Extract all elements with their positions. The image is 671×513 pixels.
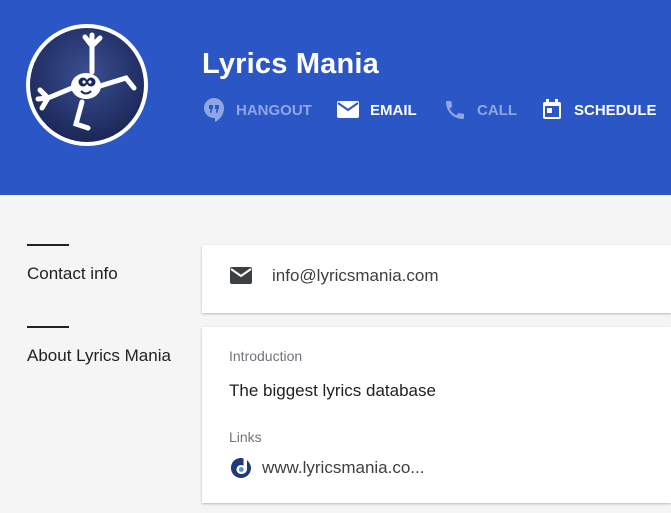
call-button[interactable]: CALL (443, 96, 517, 124)
introduction-text: The biggest lyrics database (229, 381, 436, 400)
website-link-text: www.lyricsmania.co... (262, 458, 425, 477)
calendar-icon (543, 99, 561, 119)
contact-email: info@lyricsmania.com (272, 266, 439, 285)
site-favicon-icon (231, 458, 251, 478)
profile-avatar (26, 24, 148, 146)
hangout-label: HANGOUT (236, 101, 312, 119)
email-icon (230, 267, 252, 284)
contact-card: info@lyricsmania.com (202, 245, 671, 313)
schedule-button[interactable]: SCHEDULE (540, 96, 657, 124)
introduction-label: Introduction (229, 348, 303, 364)
links-label: Links (229, 429, 262, 445)
contact-email-row[interactable]: info@lyricsmania.com (230, 266, 439, 286)
schedule-label: SCHEDULE (574, 101, 657, 119)
contact-section-rule (27, 244, 69, 246)
phone-icon (446, 101, 464, 119)
call-label: CALL (477, 101, 517, 119)
contact-section-title: Contact info (27, 264, 118, 283)
hangout-button[interactable]: HANGOUT (202, 96, 312, 124)
about-card: Introduction The biggest lyrics database… (202, 327, 671, 503)
profile-name: Lyrics Mania (202, 48, 380, 80)
hangout-icon (204, 98, 224, 122)
email-label: EMAIL (370, 101, 417, 119)
lyrics-mania-logo-icon (30, 28, 144, 142)
about-section-rule (27, 326, 69, 328)
website-link[interactable]: www.lyricsmania.co... (230, 457, 424, 479)
email-button[interactable]: EMAIL (336, 96, 417, 124)
email-icon (337, 101, 359, 118)
profile-header: Lyrics Mania HANGOUT EMAIL CALL SCHEDULE (0, 0, 671, 195)
about-section-title: About Lyrics Mania (27, 346, 171, 365)
